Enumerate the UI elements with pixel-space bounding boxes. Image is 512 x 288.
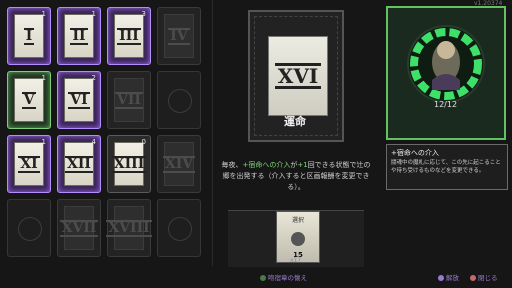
arcana-card[interactable]: XI 1 — [7, 135, 51, 193]
desc-highlight: +1 — [297, 161, 308, 169]
arcana-card[interactable] — [7, 199, 51, 257]
card-numeral: XII — [65, 155, 93, 173]
card-face: XII — [64, 142, 94, 186]
preview-label: 選択 — [291, 217, 304, 224]
card-numeral: XI — [18, 155, 40, 173]
card-cost: 4 — [91, 138, 96, 146]
boon-title: +宿命への介入 — [391, 149, 439, 157]
card-cost: 3 — [141, 10, 146, 18]
boon-info-panel: +宿命への介入 闘魂中の魔札に応じて、この先に起こることや待ち受けるものなどを変… — [386, 144, 508, 190]
arcana-card[interactable]: IV — [157, 7, 201, 65]
arcana-card[interactable] — [157, 199, 201, 257]
card-face: XI — [14, 142, 44, 186]
unlock-button[interactable]: 解放 — [438, 272, 459, 282]
card-numeral: IV — [168, 27, 190, 45]
card-face: II — [64, 14, 94, 58]
gamepad-button-icon — [470, 275, 476, 281]
card-cost: 1 — [41, 10, 46, 18]
arcana-card[interactable]: XVII — [57, 199, 101, 257]
close-button[interactable]: 閉じる — [470, 272, 498, 282]
desc-text: 毎夜、 — [221, 161, 243, 169]
footer-hint-label: 吻宿章の懐え — [268, 274, 307, 282]
card-numeral: V — [21, 91, 37, 109]
arcana-card[interactable]: VII — [107, 71, 151, 129]
boon-description: 闘魂中の魔札に応じて、この先に起こることや待ち受けるものなどを変更できる。 — [391, 160, 501, 174]
card-description: 毎夜、+宿命への介入が+1回できる状態で辻の郷を出発する（介入すると区画報酬を変… — [221, 160, 371, 193]
gamepad-button-icon — [260, 275, 266, 281]
card-face: VI — [64, 78, 94, 122]
card-numeral: XVIII — [106, 219, 152, 237]
card-numeral: VII — [115, 91, 143, 109]
card-title: 運命 — [284, 115, 306, 128]
character-portrait-panel: 12/12 — [386, 6, 506, 140]
divider — [212, 0, 213, 266]
arcana-card-grid: I 1 II 1 III 3 IV V 1 VI 2 VII XI 1 XII 4 XIII 0 XIV XVII XV… — [5, 5, 207, 263]
card-numeral: II — [70, 27, 88, 45]
empty-slot-icon — [168, 217, 192, 241]
preview-art — [291, 232, 305, 246]
empty-slot-icon — [18, 217, 42, 241]
card-cost: 1 — [41, 138, 46, 146]
arcana-card[interactable]: XIV — [157, 135, 201, 193]
card-numeral: XVII — [59, 219, 99, 237]
card-face: XVI — [268, 36, 328, 116]
card-numeral: XIV — [162, 155, 196, 173]
card-numeral: I — [23, 27, 35, 45]
card-face: XVII — [59, 206, 99, 250]
card-cost: 1 — [91, 10, 96, 18]
card-face: V — [14, 78, 44, 122]
card-numeral: VI — [68, 91, 90, 109]
card-cost: 1 — [41, 74, 46, 82]
arcana-card[interactable]: II 1 — [57, 7, 101, 65]
card-face: III — [114, 14, 144, 58]
card-numeral: XIII — [111, 155, 147, 173]
card-numeral: XVI — [274, 63, 322, 89]
card-face: I — [14, 14, 44, 58]
hp-text: 12/12 — [434, 100, 458, 109]
arcana-card[interactable]: XVIII — [106, 199, 152, 257]
preview-count: x17 — [290, 257, 302, 264]
arcana-card[interactable]: III 3 — [107, 7, 151, 65]
arcana-card[interactable]: VI 2 — [57, 71, 101, 129]
card-cost: 2 — [91, 74, 96, 82]
card-face: IV — [164, 14, 194, 58]
health-ring-icon — [407, 25, 485, 103]
arcana-card[interactable]: I1 — [7, 7, 51, 65]
empty-slot-icon — [168, 89, 192, 113]
card-face: XIII — [111, 142, 147, 186]
close-label: 閉じる — [478, 274, 498, 282]
arcana-card[interactable]: V1 — [7, 71, 51, 129]
preview-card[interactable]: 選択 15 — [276, 211, 320, 263]
card-face: XVIII — [106, 206, 152, 250]
desc-highlight: +宿命への介入 — [242, 161, 291, 169]
gamepad-button-icon — [438, 275, 444, 281]
arcana-card[interactable] — [157, 71, 201, 129]
footer-hint[interactable]: 吻宿章の懐え — [260, 272, 307, 282]
card-face: XIV — [162, 142, 196, 186]
card-face: VII — [114, 78, 144, 122]
arcana-card[interactable]: XII 4 — [57, 135, 101, 193]
unlock-label: 解放 — [446, 274, 459, 282]
card-cost: 0 — [141, 138, 146, 146]
card-numeral: III — [117, 27, 141, 45]
arcana-card[interactable]: XIII 0 — [107, 135, 151, 193]
